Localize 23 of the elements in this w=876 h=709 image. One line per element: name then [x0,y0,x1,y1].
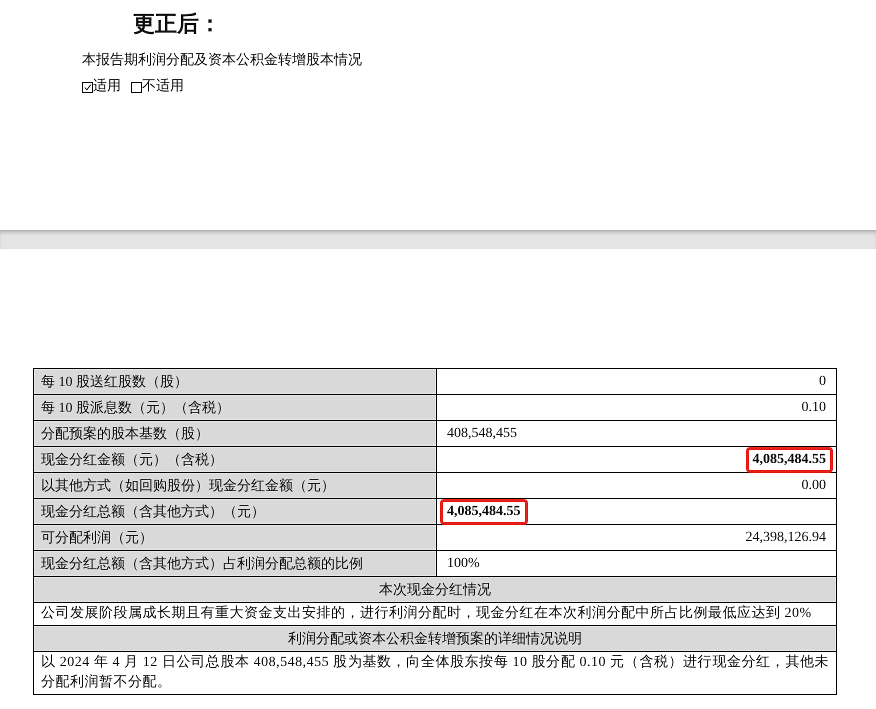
cell-value: 0.10 [800,400,827,416]
cell-value: 4,085,484.55 [440,498,528,524]
table-cell: 现金分红总额（含其他方式）占利润分配总额的比例 [34,550,436,576]
section-header: 本次现金分红情况 [34,576,836,602]
table-cell: 分配预案的股本基数（股） [34,420,436,446]
cell-value: 408,548,455 [446,426,518,442]
cell-value: 4,085,484.55 [746,446,833,472]
cell-value: 0 [818,374,827,390]
option-label: 不适用 [142,78,184,96]
cell-value: 24,398,126.94 [744,530,827,546]
cell-value: 100% [446,556,481,572]
heading: 更正后： [133,10,222,38]
table-cell: 以其他方式（如回购股份）现金分红金额（元） [34,472,436,498]
option-label: 适用 [93,78,121,96]
section-title: 本报告期利润分配及资本公积金转增股本情况 [82,52,363,70]
table-cell: 每 10 股送红股数（股） [34,368,436,394]
table-cell: 现金分红总额（含其他方式）（元） [34,498,436,524]
table-cell: 每 10 股派息数（元）（含税） [34,394,436,420]
table-cell: 现金分红金额（元）（含税） [34,446,436,472]
table-cell: 以 2024 年 4 月 12 日公司总股本 408,548,455 股为基数，向全体股东按每 10 股分配 0.10 元（含税）进行现金分红，其他未分配利润暂不分配。 [34,652,836,694]
section-header: 利润分配或资本公积金转增预案的详细情况说明 [34,626,836,652]
cell-value: 0.00 [800,478,827,494]
table-cell: 可分配利润（元） [34,524,436,550]
